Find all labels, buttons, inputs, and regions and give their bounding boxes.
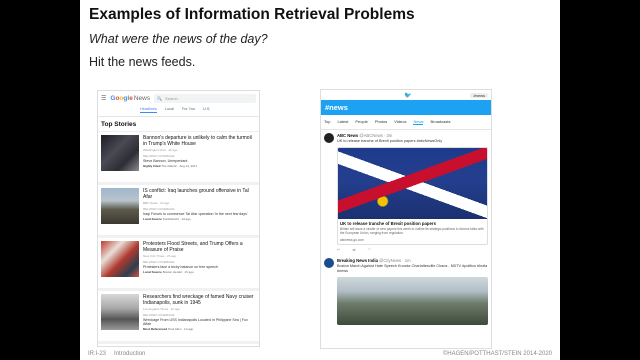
story-headline[interactable]: Protesters Flood Streets, and Trump Offe… bbox=[143, 241, 256, 253]
tab-videos[interactable]: Videos bbox=[394, 119, 406, 125]
story-tag: Most Referenced Paul Allen · 1d ago bbox=[143, 327, 194, 331]
story-headline[interactable]: IS conflict: Iraq launches ground offens… bbox=[143, 188, 256, 200]
tab-latest[interactable]: Latest bbox=[337, 119, 348, 125]
twitter-panel: 🐦 #news #news Top Latest People Photos V… bbox=[320, 89, 492, 349]
tab-news[interactable]: News bbox=[413, 119, 424, 125]
google-news-tabs: Headlines Local For You U.S. bbox=[98, 105, 259, 117]
tab-for-you[interactable]: For You bbox=[182, 107, 195, 113]
card-image bbox=[338, 147, 487, 219]
tab-photos[interactable]: Photos bbox=[375, 119, 387, 125]
tweet[interactable]: Breaking News India @CityNews · 1m Bosto… bbox=[321, 255, 491, 328]
related-story[interactable]: Iraqi Forces to commence Tal Afar operat… bbox=[143, 212, 256, 216]
search-input[interactable]: #news bbox=[470, 92, 488, 98]
story-headline[interactable]: Bannon's departure is unlikely to calm t… bbox=[143, 135, 256, 147]
link-card[interactable]: UK to release tranche of Brexit position… bbox=[337, 146, 488, 246]
tab-top[interactable]: Top bbox=[324, 119, 330, 125]
story-source: Los Angeles Times · 1h ago bbox=[143, 307, 181, 311]
tab-people[interactable]: People bbox=[355, 119, 367, 125]
story-source: New York Times · 2h ago bbox=[143, 254, 177, 258]
related-coverage-label: RELATED COVERAGE bbox=[143, 154, 175, 158]
story-item[interactable]: Researchers find wreckage of famed Navy … bbox=[98, 291, 259, 344]
slide: Examples of Information Retrieval Proble… bbox=[80, 0, 560, 360]
slide-footer-right: ©HAGEN/POTTHAST/STEIN 2014-2020 bbox=[442, 351, 552, 357]
avatar[interactable] bbox=[324, 133, 334, 143]
slide-text: Hit the news feeds. bbox=[89, 55, 196, 69]
search-input[interactable]: 🔍 Search bbox=[154, 93, 256, 103]
story-tag: Local Source Kurdistan24 · 1d ago bbox=[143, 217, 191, 221]
related-story[interactable]: Steve Bannon, Unrepentant bbox=[143, 159, 256, 163]
story-item[interactable]: Bannon's departure is unlikely to calm t… bbox=[98, 132, 259, 185]
story-image bbox=[101, 241, 139, 277]
related-story[interactable]: Wreckage From USS Indianapolis Located I… bbox=[143, 318, 256, 326]
google-news-logo[interactable]: GoogleNews bbox=[110, 95, 150, 102]
section-title: Top Stories bbox=[98, 117, 259, 132]
retweet-icon[interactable]: ⇄ bbox=[352, 247, 355, 252]
like-icon[interactable]: ♡ bbox=[368, 247, 372, 252]
google-news-header: ☰ GoogleNews 🔍 Search bbox=[98, 91, 259, 105]
twitter-bird-icon[interactable]: 🐦 bbox=[404, 92, 411, 99]
card-title: UK to release tranche of Brexit position… bbox=[340, 220, 436, 226]
story-item[interactable]: Protesters Flood Streets, and Trump Offe… bbox=[98, 238, 259, 291]
tweet-text: UK to release tranche of Brexit position… bbox=[337, 139, 443, 143]
tweet-actions: ↩ ⇄ ♡ bbox=[337, 247, 488, 252]
slide-title: Examples of Information Retrieval Proble… bbox=[89, 6, 415, 23]
related-story[interactable]: Protesters face a tricky balance on free… bbox=[143, 265, 256, 269]
tweet-text: Boston March Against Hate Speech Knocks … bbox=[337, 264, 488, 274]
tab-headlines[interactable]: Headlines bbox=[140, 107, 157, 113]
slide-subtitle: What were the news of the day? bbox=[89, 32, 268, 46]
card-link[interactable]: abcnews.go.com bbox=[338, 237, 487, 244]
google-news-panel: ☰ GoogleNews 🔍 Search Headlines Local Fo… bbox=[97, 90, 260, 347]
search-icon: 🔍 bbox=[157, 95, 163, 101]
story-source: Washington Post · 4h ago bbox=[143, 148, 178, 152]
story-image bbox=[101, 188, 139, 224]
story-image bbox=[101, 135, 139, 171]
story-image bbox=[101, 294, 139, 330]
story-item[interactable]: IS conflict: Iraq launches ground offens… bbox=[98, 185, 259, 238]
twitter-header: 🐦 #news bbox=[321, 90, 491, 100]
story-tag: Highly Cited The Atlantic · Aug 14, 2017 bbox=[143, 164, 198, 168]
tweet-photo[interactable] bbox=[337, 277, 488, 326]
story-tag: Local Source Boston Herald · 1h ago bbox=[143, 270, 194, 274]
tab-broadcasts[interactable]: Broadcasts bbox=[430, 119, 450, 125]
related-coverage-label: RELATED COVERAGE bbox=[143, 207, 175, 211]
tweet[interactable]: ABC News @ABCNews · 3m UK to release tra… bbox=[321, 130, 491, 255]
tab-us[interactable]: U.S. bbox=[203, 107, 210, 113]
reply-icon[interactable]: ↩ bbox=[337, 247, 340, 252]
avatar[interactable] bbox=[324, 258, 334, 269]
tweet-author[interactable]: ABC News @ABCNews · 3m bbox=[337, 133, 488, 138]
story-source: BBC News · 2h ago bbox=[143, 201, 170, 205]
story-headline[interactable]: Researchers find wreckage of famed Navy … bbox=[143, 294, 256, 306]
hashtag-banner: #news bbox=[321, 100, 491, 115]
menu-icon[interactable]: ☰ bbox=[101, 95, 106, 102]
tweet-author[interactable]: Breaking News India @CityNews · 1m bbox=[337, 258, 488, 263]
related-coverage-label: RELATED COVERAGE bbox=[143, 260, 175, 264]
slide-footer-left: IR:I-23 Introduction bbox=[88, 351, 146, 357]
search-placeholder: Search bbox=[165, 95, 178, 101]
twitter-tabs: Top Latest People Photos Videos News Bro… bbox=[321, 115, 491, 130]
related-coverage-label: RELATED COVERAGE bbox=[143, 313, 175, 317]
card-description: Britain will issue a cluster of new pape… bbox=[340, 226, 484, 236]
tab-local[interactable]: Local bbox=[165, 107, 174, 113]
